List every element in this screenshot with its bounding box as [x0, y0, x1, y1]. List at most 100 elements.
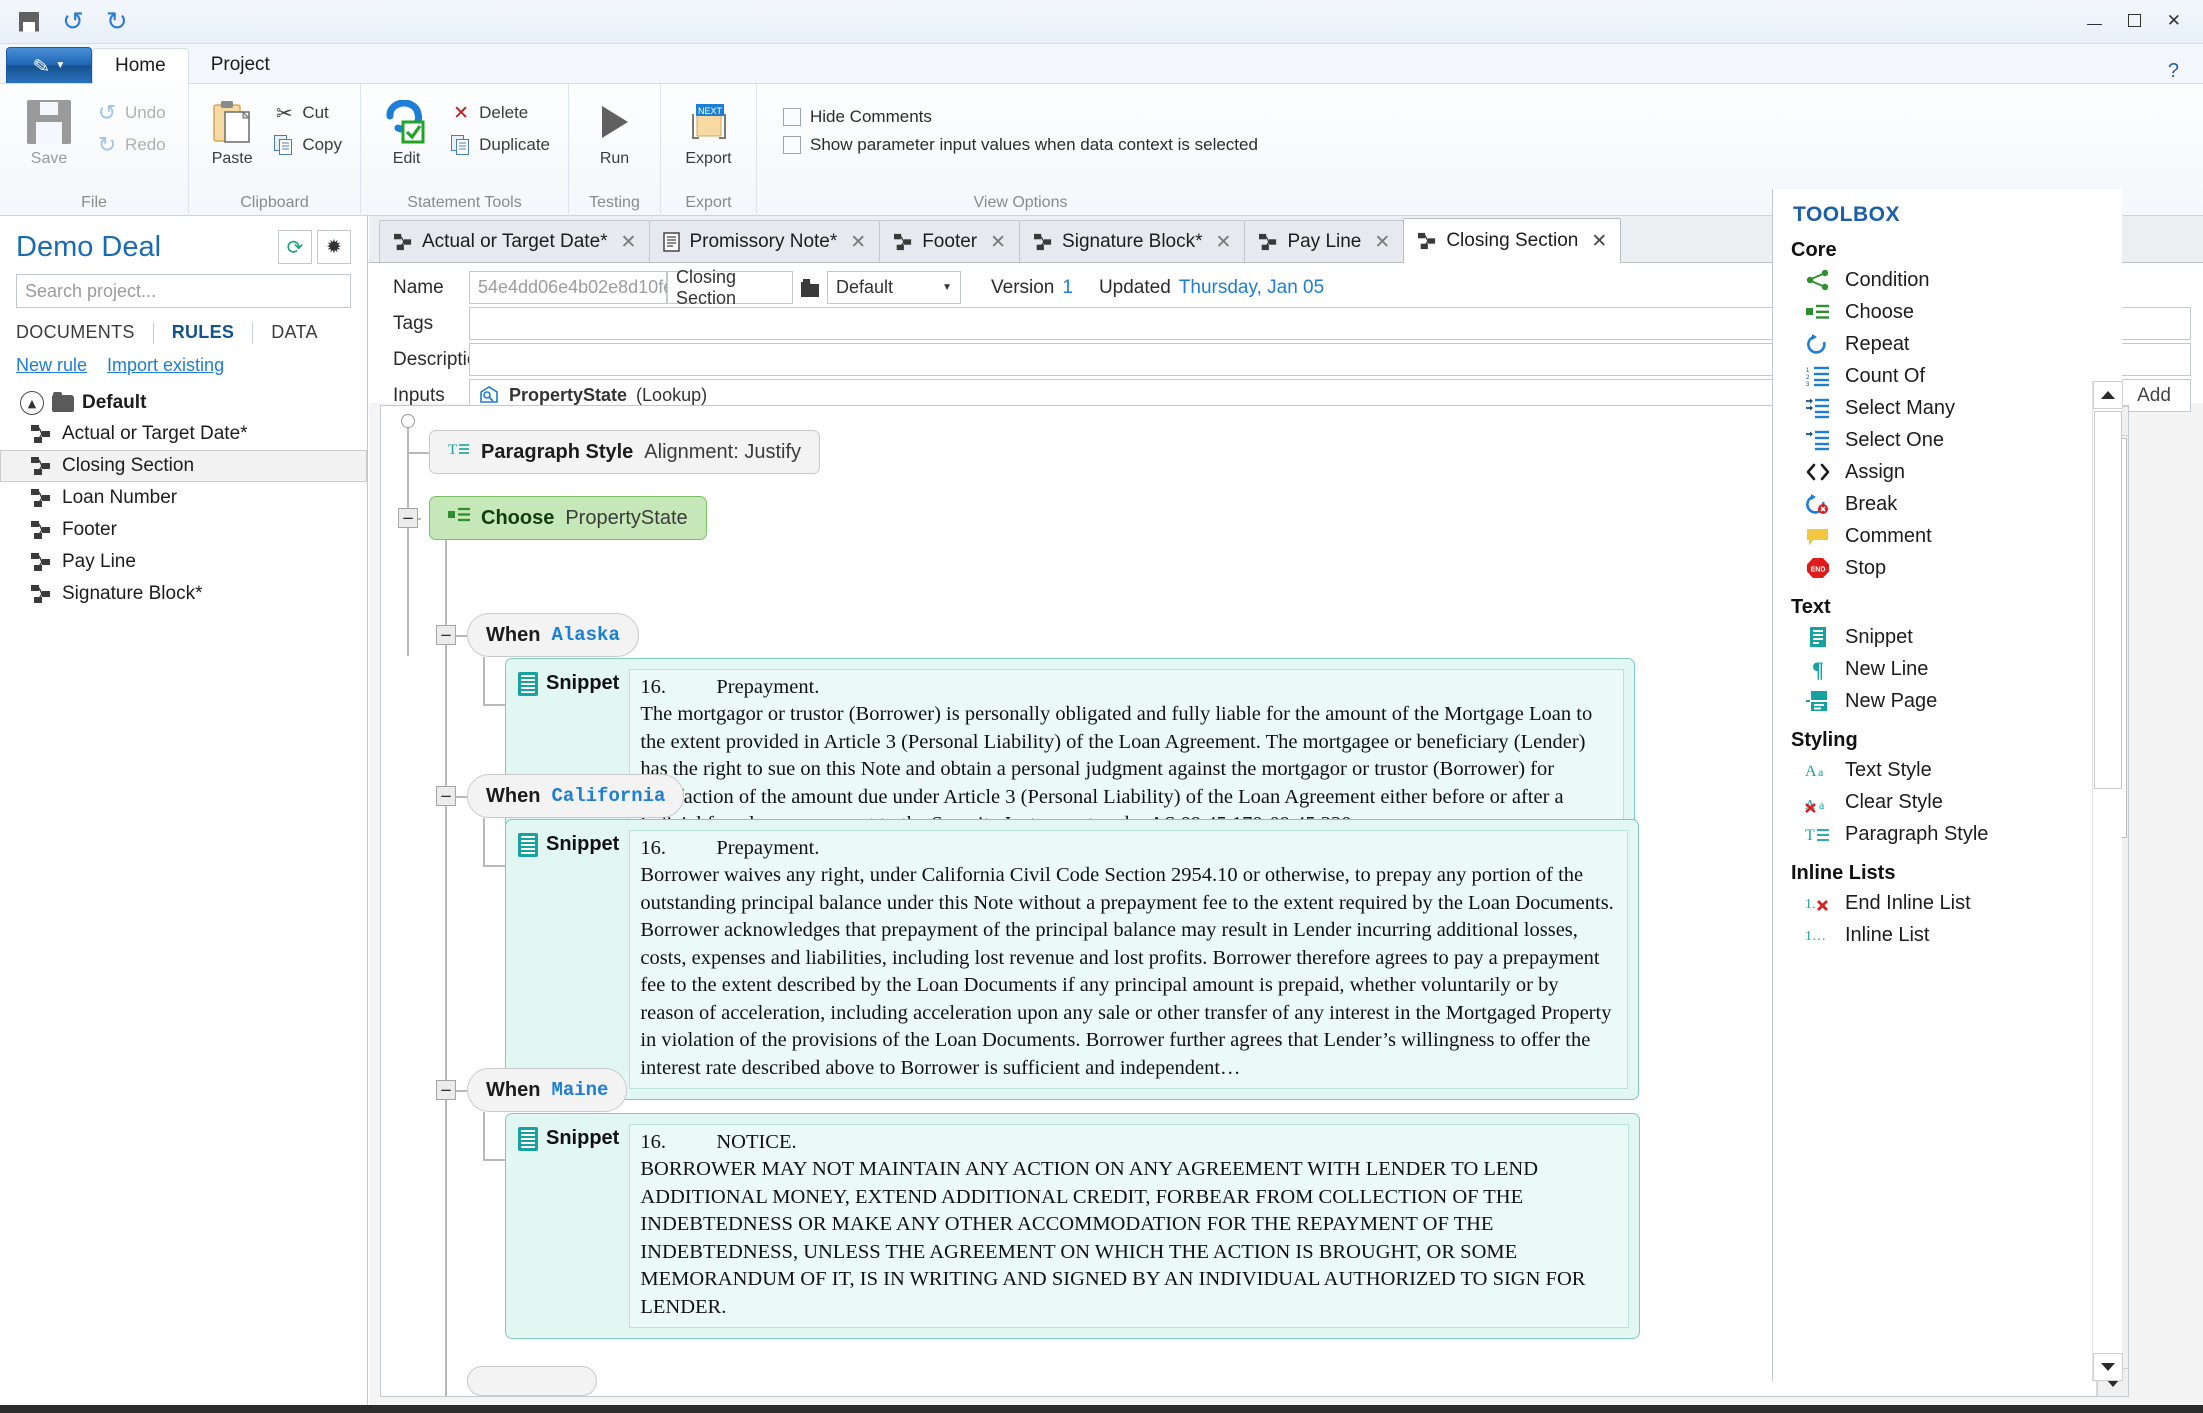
branch-when-maine[interactable]: When Maine: [467, 1068, 628, 1112]
minimize-button[interactable]: [2086, 13, 2102, 30]
chevron-up-icon[interactable]: ▲: [20, 391, 44, 415]
toolbox-item-clear-style[interactable]: Aa Clear Style: [1773, 786, 2122, 818]
branch-expander-california[interactable]: −: [436, 786, 456, 806]
branch-expander-alaska[interactable]: −: [436, 625, 456, 645]
toolbox-item-snippet[interactable]: Snippet: [1773, 621, 2122, 653]
sidebar-item-signature-block[interactable]: Signature Block*: [0, 578, 367, 610]
rule-name-field[interactable]: Closing Section: [667, 267, 793, 308]
close-button[interactable]: ✕: [2167, 13, 2181, 30]
tree-folder-default[interactable]: ▲ Default: [0, 388, 367, 418]
qat-redo-button[interactable]: ↺: [102, 7, 132, 37]
toolbox-item-assign[interactable]: Assign: [1773, 456, 2122, 488]
toolbox-scroll-up-button[interactable]: [2093, 381, 2123, 409]
hide-comments-checkbox[interactable]: Hide Comments: [783, 104, 932, 130]
copy-button[interactable]: Copy: [269, 132, 350, 158]
toolbox-item-comment[interactable]: Comment: [1773, 520, 2122, 552]
toolbox-item-new-line[interactable]: ¶ New Line: [1773, 653, 2122, 685]
tab-rules[interactable]: RULES: [154, 320, 253, 345]
group-label-file: File: [81, 194, 107, 211]
statement-name: Paragraph Style: [481, 440, 634, 463]
branch-when-alaska[interactable]: When Alaska: [467, 613, 639, 657]
paste-button[interactable]: Paste: [199, 94, 265, 168]
editor-tab-footer[interactable]: Footer ✕: [879, 220, 1021, 262]
toolbox-item-select-one[interactable]: Select One: [1773, 424, 2122, 456]
close-icon[interactable]: ✕: [1591, 230, 1607, 252]
redo-button[interactable]: ↺ Redo: [92, 132, 174, 158]
branch-when-california[interactable]: When California: [467, 774, 685, 818]
sidebar-item-actual-or-target-date[interactable]: Actual or Target Date*: [0, 418, 367, 450]
editor-tab-pay-line[interactable]: Pay Line ✕: [1244, 220, 1405, 262]
toolbox-item-condition[interactable]: Condition: [1773, 264, 2122, 296]
toolbox-scrollbar-thumb[interactable]: [2094, 411, 2122, 789]
scissors-icon: ✂: [275, 101, 293, 125]
toolbox-item-text-style[interactable]: Aa Text Style: [1773, 754, 2122, 786]
application-menu-button[interactable]: ✎ ▼: [6, 47, 92, 83]
toolbox-item-repeat[interactable]: Repeat: [1773, 328, 2122, 360]
toolbox-panel: TOOLBOX Core Condition Choose Repeat 123…: [1772, 189, 2123, 1381]
ribbon-group-export: NEXT Export Export: [660, 84, 756, 216]
editor-tab-actual-or-target-date[interactable]: Actual or Target Date* ✕: [379, 220, 651, 262]
svg-text:1…: 1…: [1805, 929, 1826, 944]
save-button[interactable]: Save: [10, 94, 88, 168]
svg-text:T: T: [1805, 827, 1815, 844]
sidebar-item-loan-number[interactable]: Loan Number: [0, 482, 367, 514]
new-rule-link[interactable]: New rule: [16, 355, 87, 376]
snippet-maine[interactable]: Snippet 16. NOTICE. BORROWER MAY NOT MAI…: [505, 1113, 1640, 1340]
end-inline-list-icon: 1.: [1805, 891, 1831, 915]
ribbon-tab-project[interactable]: Project: [189, 47, 292, 83]
show-parameter-values-checkbox[interactable]: Show parameter input values when data co…: [783, 132, 1258, 158]
statement-choose[interactable]: Choose PropertyState: [429, 496, 707, 540]
toolbox-item-new-page[interactable]: New Page: [1773, 685, 2122, 717]
search-input[interactable]: [16, 274, 351, 308]
toolbox-item-choose[interactable]: Choose: [1773, 296, 2122, 328]
toolbox-item-paragraph-style[interactable]: T Paragraph Style: [1773, 818, 2122, 850]
ribbon-tab-home[interactable]: Home: [92, 48, 189, 84]
sidebar-item-pay-line[interactable]: Pay Line: [0, 546, 367, 578]
project-settings-button[interactable]: ✹: [317, 230, 351, 264]
maximize-button[interactable]: [2127, 13, 2141, 30]
toolbox-item-stop[interactable]: END Stop: [1773, 552, 2122, 584]
close-icon[interactable]: ✕: [990, 231, 1006, 253]
toolbox-scrollbar[interactable]: [2092, 381, 2123, 1381]
choose-expander[interactable]: −: [398, 508, 418, 528]
close-icon[interactable]: ✕: [621, 231, 637, 253]
run-button[interactable]: Run: [579, 94, 650, 168]
import-existing-link[interactable]: Import existing: [107, 355, 224, 376]
sidebar-item-footer[interactable]: Footer: [0, 514, 367, 546]
toolbox-item-select-many[interactable]: Select Many: [1773, 392, 2122, 424]
folder-select[interactable]: Default ▼: [827, 271, 961, 304]
editor-tab-closing-section[interactable]: Closing Section ✕: [1403, 218, 1622, 263]
help-button[interactable]: ?: [2168, 60, 2203, 83]
toolbox-item-count-of[interactable]: 123 Count Of: [1773, 360, 2122, 392]
branch-when-next-partial[interactable]: [467, 1366, 597, 1396]
editor-tab-signature-block[interactable]: Signature Block* ✕: [1019, 220, 1246, 262]
export-button[interactable]: NEXT Export: [671, 94, 746, 168]
toolbox-item-label: Repeat: [1845, 332, 1910, 355]
branch-expander-maine[interactable]: −: [436, 1080, 456, 1100]
toolbox-item-break[interactable]: Break: [1773, 488, 2122, 520]
undo-button[interactable]: ↺ Undo: [92, 100, 174, 126]
snippet-california[interactable]: Snippet 16. Prepayment. Borrower waives …: [505, 819, 1639, 1101]
close-icon[interactable]: ✕: [850, 231, 866, 253]
edit-button[interactable]: Edit: [371, 94, 442, 168]
snippet-label: Snippet: [546, 1127, 620, 1149]
tab-data[interactable]: DATA: [253, 320, 336, 345]
updated-value[interactable]: Thursday, Jan 05: [1179, 277, 1324, 299]
close-icon[interactable]: ✕: [1216, 231, 1232, 253]
qat-save-button[interactable]: [14, 7, 44, 37]
toolbox-group-styling: Styling: [1791, 729, 1858, 751]
statement-paragraph-style[interactable]: T Paragraph Style Alignment: Justify: [429, 430, 821, 474]
cut-button[interactable]: ✂ Cut: [269, 100, 350, 126]
tab-documents[interactable]: DOCUMENTS: [16, 320, 153, 345]
editor-tab-promissory-note[interactable]: Promissory Note* ✕: [649, 220, 881, 262]
sidebar-item-closing-section[interactable]: Closing Section: [0, 450, 367, 482]
toolbox-item-end-inline-list[interactable]: 1. End Inline List: [1773, 887, 2122, 919]
delete-button[interactable]: ✕ Delete: [446, 100, 558, 126]
refresh-button[interactable]: ⟳: [278, 230, 312, 264]
toolbox-item-inline-list[interactable]: 1… Inline List: [1773, 919, 2122, 951]
toolbox-item-label: Text Style: [1845, 758, 1932, 781]
close-icon[interactable]: ✕: [1374, 231, 1390, 253]
qat-undo-button[interactable]: ↺: [58, 7, 88, 37]
duplicate-button[interactable]: Duplicate: [446, 132, 558, 158]
toolbox-scroll-down-button[interactable]: [2093, 1353, 2123, 1381]
